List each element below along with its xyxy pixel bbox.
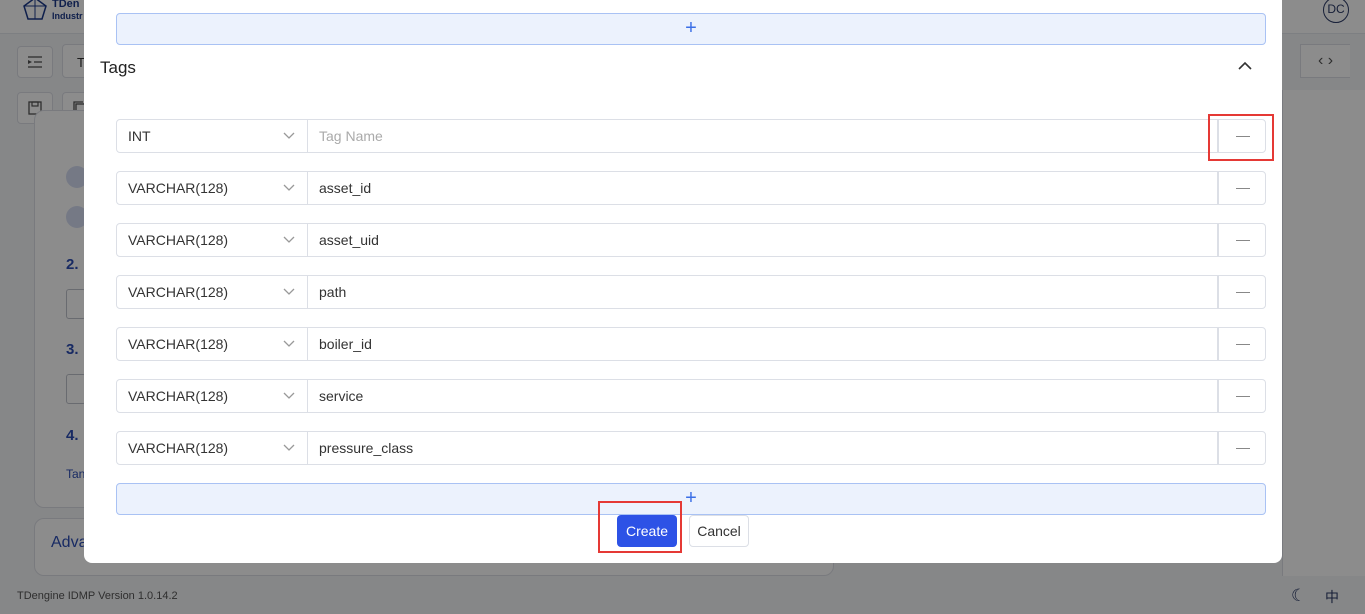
tag-type-value: VARCHAR(128) <box>128 336 229 352</box>
create-table-modal: + Tags INT VARCHAR(128) VARCHAR(128) VAR… <box>84 0 1282 563</box>
remove-tag-button[interactable] <box>1218 327 1266 361</box>
remove-tag-button[interactable] <box>1218 431 1266 465</box>
plus-icon: + <box>685 487 697 509</box>
minus-icon <box>1236 240 1250 241</box>
tag-type-value: VARCHAR(128) <box>128 180 229 196</box>
tags-section-title: Tags <box>100 58 136 77</box>
cancel-button[interactable]: Cancel <box>689 515 749 547</box>
chevron-down-icon <box>283 340 295 347</box>
tag-name-input[interactable] <box>308 223 1218 257</box>
add-tag-button[interactable]: + <box>116 483 1266 515</box>
tag-type-select[interactable]: VARCHAR(128) <box>116 379 308 413</box>
tag-type-select[interactable]: VARCHAR(128) <box>116 223 308 257</box>
chevron-down-icon <box>283 392 295 399</box>
tag-name-input[interactable] <box>308 327 1218 361</box>
chevron-down-icon <box>283 444 295 451</box>
chevron-up-icon[interactable] <box>1237 60 1253 72</box>
chevron-down-icon <box>283 184 295 191</box>
tag-name-input[interactable] <box>308 431 1218 465</box>
tag-row: VARCHAR(128) <box>116 379 1266 413</box>
tag-type-select[interactable]: VARCHAR(128) <box>116 275 308 309</box>
tag-name-input[interactable] <box>308 379 1218 413</box>
minus-icon <box>1236 344 1250 345</box>
tag-type-value: VARCHAR(128) <box>128 440 229 456</box>
tag-type-value: INT <box>128 128 151 144</box>
tag-row: INT <box>116 119 1266 153</box>
add-column-button[interactable]: + <box>116 13 1266 45</box>
tag-type-select[interactable]: VARCHAR(128) <box>116 431 308 465</box>
chevron-down-icon <box>283 288 295 295</box>
tag-name-input[interactable] <box>308 119 1218 153</box>
chevron-down-icon <box>283 132 295 139</box>
tag-type-select[interactable]: INT <box>116 119 308 153</box>
tag-row: VARCHAR(128) <box>116 275 1266 309</box>
tag-type-select[interactable]: VARCHAR(128) <box>116 171 308 205</box>
minus-icon <box>1236 448 1250 449</box>
remove-tag-button[interactable] <box>1218 275 1266 309</box>
tag-row: VARCHAR(128) <box>116 223 1266 257</box>
highlight-create-annotation <box>598 501 682 553</box>
minus-icon <box>1236 188 1250 189</box>
tag-type-value: VARCHAR(128) <box>128 284 229 300</box>
tag-type-select[interactable]: VARCHAR(128) <box>116 327 308 361</box>
tag-type-value: VARCHAR(128) <box>128 232 229 248</box>
remove-tag-button[interactable] <box>1218 379 1266 413</box>
plus-icon: + <box>685 17 697 39</box>
tag-name-input[interactable] <box>308 171 1218 205</box>
remove-tag-button[interactable] <box>1218 223 1266 257</box>
minus-icon <box>1236 396 1250 397</box>
chevron-down-icon <box>283 236 295 243</box>
remove-tag-button[interactable] <box>1218 171 1266 205</box>
tag-name-input[interactable] <box>308 275 1218 309</box>
tag-row: VARCHAR(128) <box>116 171 1266 205</box>
highlight-remove-annotation <box>1208 114 1274 161</box>
tag-type-value: VARCHAR(128) <box>128 388 229 404</box>
tag-row: VARCHAR(128) <box>116 431 1266 465</box>
minus-icon <box>1236 292 1250 293</box>
tag-row: VARCHAR(128) <box>116 327 1266 361</box>
